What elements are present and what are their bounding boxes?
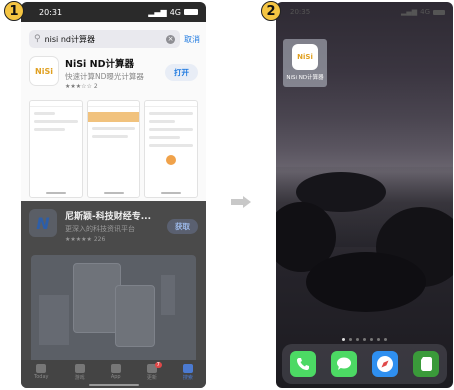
- ad-app-name: 尼斯颖-科技财经专...: [65, 212, 151, 222]
- games-icon: [74, 364, 85, 373]
- safari-icon[interactable]: [372, 351, 399, 377]
- network-label: 4G: [169, 7, 181, 17]
- tab-apps[interactable]: App: [110, 364, 121, 380]
- search-query: nisi nd计算器: [44, 34, 95, 44]
- search-tab-icon: [182, 364, 193, 373]
- updates-badge: 7: [154, 362, 162, 368]
- search-result-nisi[interactable]: NiSi NiSi ND计算器 快速计算ND曝光计算器 ★★★☆☆ 2 打开: [21, 52, 206, 94]
- tab-label: 游戏: [74, 375, 85, 381]
- nisi-app-icon[interactable]: NiSi: [292, 44, 318, 70]
- page-indicator[interactable]: [276, 338, 453, 341]
- dimmed-ad-section: N 尼斯颖-科技财经专... 更深入的科技资讯平台 ★★★★★ 226 获取 T…: [21, 201, 206, 388]
- app-name: NiSi ND计算器: [65, 59, 134, 70]
- app-rating: ★★★☆☆ 2: [65, 83, 159, 90]
- messages-icon[interactable]: [330, 351, 357, 377]
- rating-count: 2: [93, 83, 98, 90]
- status-bar: 20:35 ▂▄▆ 4G: [276, 2, 453, 22]
- open-button[interactable]: 打开: [165, 64, 198, 81]
- tab-games[interactable]: 游戏: [74, 364, 85, 381]
- ad-info: 尼斯颖-科技财经专... 更深入的科技资讯平台 ★★★★★ 226: [65, 209, 159, 243]
- today-icon: [36, 364, 47, 373]
- ad-rating: ★★★★★ 226: [65, 236, 159, 243]
- tab-updates[interactable]: 7 更新: [146, 362, 162, 381]
- status-icons: ▂▄▆ 4G: [148, 8, 198, 17]
- screenshot-3: [144, 100, 199, 198]
- search-row: ⚲ nisi nd计算器 × 取消: [21, 22, 206, 52]
- app-label: NiSi ND计算器: [286, 75, 324, 81]
- screenshot-2: [86, 100, 141, 198]
- get-button[interactable]: 获取: [167, 219, 198, 234]
- ad-illustration: [31, 255, 196, 365]
- ad-app-subtitle: 更深入的科技资讯平台: [65, 225, 135, 233]
- home-screen: 20:35 ▂▄▆ 4G NiSi NiSi ND计算器: [276, 2, 453, 388]
- arrow-right-icon: [231, 196, 251, 208]
- battery-icon: [433, 9, 445, 15]
- status-time: 20:35: [290, 8, 311, 16]
- tab-search[interactable]: 搜索: [182, 364, 193, 381]
- phone-icon[interactable]: [289, 351, 316, 377]
- cancel-button[interactable]: 取消: [184, 34, 200, 45]
- star-rating-icon: ★★★☆☆: [65, 83, 94, 90]
- app-store-screen: 20:31 ▂▄▆ 4G ⚲ nisi nd计算器 × 取消 NiSi NiSi…: [21, 2, 206, 388]
- dock: [282, 344, 447, 384]
- app-info: NiSi ND计算器 快速计算ND曝光计算器 ★★★☆☆ 2: [65, 56, 159, 90]
- status-icons: ▂▄▆ 4G: [401, 8, 445, 16]
- search-input[interactable]: ⚲ nisi nd计算器 ×: [29, 30, 180, 48]
- tab-label: 搜索: [182, 375, 193, 381]
- ad-result[interactable]: N 尼斯颖-科技财经专... 更深入的科技资讯平台 ★★★★★ 226 获取: [21, 201, 206, 251]
- nisi-app-icon[interactable]: NiSi: [29, 56, 59, 86]
- tab-label: Today: [34, 374, 49, 380]
- tab-label: App: [110, 374, 121, 380]
- wallpaper-rock: [306, 252, 426, 312]
- ad-app-icon: N: [29, 209, 57, 237]
- home-indicator: [88, 384, 139, 386]
- ad-star-icon: ★★★★★: [65, 236, 94, 243]
- step-badge-1: 1: [4, 1, 24, 21]
- app-screenshots[interactable]: [21, 94, 206, 198]
- ad-rating-count: 226: [93, 236, 106, 243]
- signal-icon: ▂▄▆: [148, 7, 167, 17]
- network-label: 4G: [420, 8, 430, 16]
- tab-today[interactable]: Today: [34, 364, 49, 380]
- battery-icon: [184, 9, 198, 15]
- tab-label: 更新: [146, 375, 157, 381]
- tutorial-canvas: 1 20:31 ▂▄▆ 4G ⚲ nisi nd计算器 × 取消 NiSi Ni…: [0, 0, 454, 390]
- status-time: 20:31: [39, 7, 63, 17]
- step-badge-2: 2: [261, 1, 281, 21]
- clear-icon[interactable]: ×: [166, 34, 175, 44]
- app-subtitle: 快速计算ND曝光计算器: [65, 72, 144, 81]
- nisi-home-app[interactable]: NiSi NiSi ND计算器: [283, 39, 327, 87]
- screenshot-1: [29, 100, 83, 198]
- search-icon: ⚲: [34, 34, 41, 44]
- signal-icon: ▂▄▆: [400, 8, 418, 16]
- evernote-icon[interactable]: [413, 351, 440, 377]
- status-bar: 20:31 ▂▄▆ 4G: [21, 2, 206, 22]
- apps-icon: [110, 364, 121, 373]
